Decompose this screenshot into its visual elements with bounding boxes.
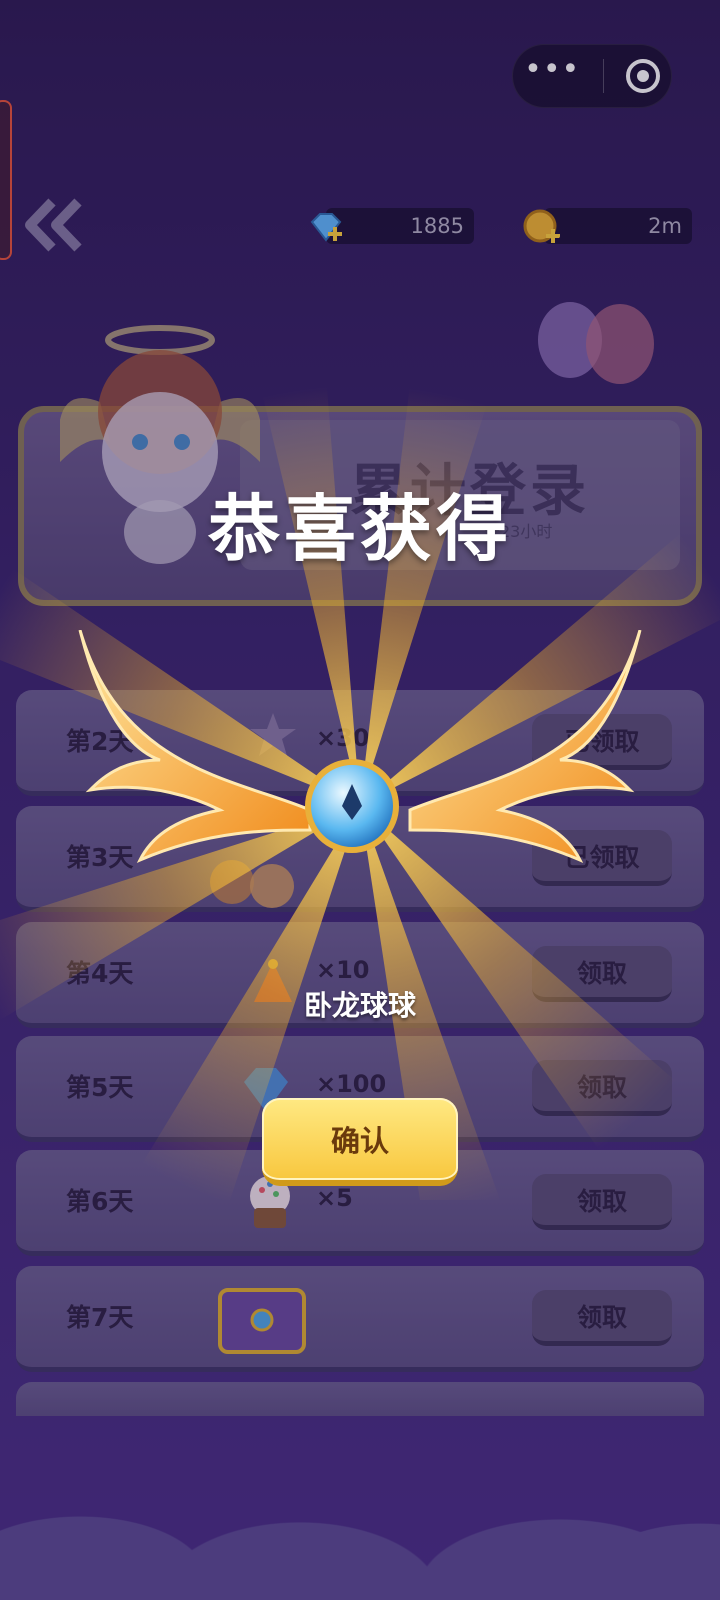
dialog-title: 恭喜获得: [207, 487, 512, 571]
confirm-button[interactable]: 确认: [262, 1098, 458, 1186]
wings-orb-icon: [78, 630, 642, 863]
screen: ••• 1885 2m 累计登录 天23小时 第2天 ×30 已领取 第3天 已…: [0, 0, 720, 1600]
reward-item-name: 卧龙球球: [303, 989, 416, 1022]
